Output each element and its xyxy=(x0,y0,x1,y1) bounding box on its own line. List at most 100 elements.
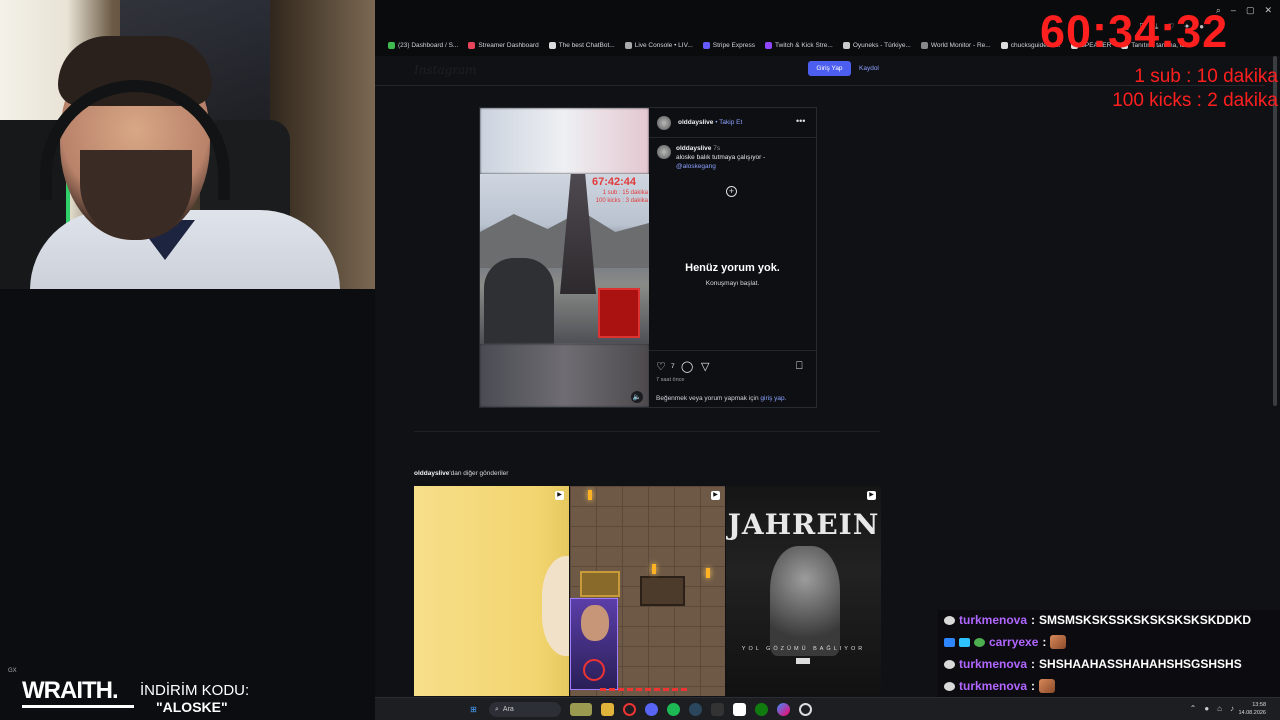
add-icon[interactable]: + xyxy=(726,186,737,197)
file-explorer-icon[interactable] xyxy=(601,703,614,716)
bookmark-label: Streamer Dashboard xyxy=(478,41,539,49)
login-link[interactable]: giriş yap. xyxy=(760,395,786,402)
emote-icon xyxy=(1039,679,1056,693)
post-thumbnail[interactable]: ▶ xyxy=(414,486,569,696)
subathon-timer: 60:34:32 xyxy=(1040,6,1229,57)
post-author[interactable]: olddayslive • Takip Et xyxy=(678,119,742,126)
post-sidebar: olddayslive • Takip Et ••• olddayslive 7… xyxy=(649,108,816,407)
discord-icon[interactable] xyxy=(645,703,658,716)
bookmark-label: Twitch & Kick Stre... xyxy=(775,41,833,49)
minimize-icon[interactable]: – xyxy=(1231,5,1236,16)
instagram-post: 67:42:44 1 sub : 15 dakika 100 kicks : 3… xyxy=(479,107,817,408)
bookmark-item[interactable]: (23) Dashboard / S... xyxy=(388,38,458,52)
chat-message: carryexe : xyxy=(944,632,1067,652)
opera-gx-icon[interactable] xyxy=(623,703,636,716)
bookmark-favicon-icon xyxy=(468,41,476,49)
steam-icon[interactable] xyxy=(689,703,702,716)
more-posts-user[interactable]: olddayslive xyxy=(414,470,449,477)
chat-message: turkmenova : xyxy=(944,676,1056,696)
post-thumbnail[interactable]: ▶ xyxy=(570,486,725,696)
like-count: 7 xyxy=(671,363,675,370)
chat-colon: : xyxy=(1031,679,1036,693)
post-video[interactable]: 67:42:44 1 sub : 15 dakika 100 kicks : 3… xyxy=(480,108,649,407)
close-icon[interactable]: ✕ xyxy=(1264,5,1272,16)
obs-icon[interactable] xyxy=(799,703,812,716)
reel-icon: ▶ xyxy=(867,491,876,500)
bookmark-item[interactable]: Oyuneks - Türkiye... xyxy=(842,38,911,52)
bookmark-item[interactable]: The best ChatBot... xyxy=(548,38,615,52)
windows-start-icon[interactable]: ⊞ xyxy=(467,703,480,716)
bookmark-favicon-icon xyxy=(842,41,850,49)
signup-link[interactable]: Kaydol xyxy=(859,61,879,76)
taskbar-search[interactable]: ⌕ Ara xyxy=(489,702,561,717)
heart-icon[interactable]: ♡ xyxy=(656,360,666,373)
bookmark-favicon-icon xyxy=(548,41,556,49)
post-thumbnail[interactable]: JAHREIN YOL GÖZÜMÜ BAĞLIYOR ▶ xyxy=(726,486,881,696)
mic-icon[interactable]: ● xyxy=(1204,704,1209,713)
login-prompt: Beğenmek veya yorum yapmak için giriş ya… xyxy=(656,395,786,402)
thumbnail-webcam xyxy=(570,598,618,690)
sponsor-banner: WRAITH. İNDİRİM KODU: "ALOSKE" xyxy=(0,672,300,720)
maximize-icon[interactable]: ▢ xyxy=(1246,5,1255,16)
author-username[interactable]: olddayslive xyxy=(678,119,713,126)
bookmark-favicon-icon xyxy=(388,41,395,49)
torch-icon xyxy=(652,564,656,574)
video-blur-bottom xyxy=(480,344,649,407)
bookmark-item[interactable]: Streamer Dashboard xyxy=(468,38,539,52)
follow-link[interactable]: • Takip Et xyxy=(715,119,742,126)
chevron-up-icon[interactable]: ⌃ xyxy=(1190,704,1197,713)
bookmark-item[interactable]: World Monitor - Re... xyxy=(920,38,991,52)
bookmark-label: Live Console • LIV... xyxy=(634,41,693,49)
more-posts-heading: olddayslive'dan diğer gönderiler xyxy=(414,470,508,477)
caption-body: aloske balık tutmaya çalışıyor - xyxy=(676,154,766,161)
video-blur-top xyxy=(480,108,649,174)
bookmark-label: The best ChatBot... xyxy=(558,41,615,49)
thumbnail-face xyxy=(581,605,609,641)
start-conversation-text: Konuşmayı başlat. xyxy=(705,280,760,287)
section-divider xyxy=(414,431,880,432)
caption-username[interactable]: olddayslive xyxy=(676,145,711,152)
more-options-icon[interactable]: ••• xyxy=(796,116,805,126)
clock-time: 13:58 xyxy=(1252,702,1266,708)
copilot-icon[interactable] xyxy=(777,703,790,716)
avatar[interactable] xyxy=(657,145,671,159)
atom-icon xyxy=(583,659,605,681)
bookmark-icon[interactable]: ⎕ xyxy=(796,360,803,373)
epic-games-icon[interactable] xyxy=(711,703,724,716)
chat-username: turkmenova xyxy=(959,679,1028,693)
spotify-icon[interactable] xyxy=(667,703,680,716)
login-button[interactable]: Giriş Yap xyxy=(808,61,851,76)
capcut-icon[interactable] xyxy=(733,703,746,716)
reel-icon: ▶ xyxy=(711,491,720,500)
thumbnail-shelf xyxy=(580,571,620,597)
bookmark-item[interactable]: Live Console • LIV... xyxy=(624,38,693,52)
instagram-logo[interactable]: Instagram xyxy=(414,63,477,77)
avatar[interactable] xyxy=(657,116,671,130)
bookmark-favicon-icon xyxy=(1000,41,1008,49)
comment-icon[interactable]: ◯ xyxy=(681,360,693,373)
more-posts-grid: ▶ ▶ JAHREIN YOL GÖZÜMÜ BAĞLIYOR ▶ xyxy=(414,486,881,696)
chat-text: SHSHAAHASSHAHAHSHSGSHSHS xyxy=(1039,657,1242,671)
thumbnail-cabinet xyxy=(640,576,685,606)
network-icon[interactable]: ⌂ xyxy=(1217,704,1222,713)
bookmark-label: Oyuneks - Türkiye... xyxy=(852,41,911,49)
advisory-label-icon xyxy=(796,658,810,664)
video-kick-line: 100 kicks : 3 dakika xyxy=(595,198,648,204)
bookmark-item[interactable]: Twitch & Kick Stre... xyxy=(765,38,833,52)
bookmark-favicon-icon xyxy=(765,41,773,49)
share-icon[interactable]: ▽ xyxy=(701,360,709,373)
video-sub-rate: 1 sub : 15 dakika 100 kicks : 3 dakika xyxy=(588,189,648,205)
taskbar-clock[interactable]: 13:58 14.08.2026 xyxy=(1238,701,1266,717)
xbox-icon[interactable] xyxy=(755,703,768,716)
volume-icon[interactable]: ♪ xyxy=(1230,704,1234,713)
volume-icon[interactable]: 🔈 xyxy=(631,391,643,403)
thumbnail-bar xyxy=(600,688,690,691)
bookmark-item[interactable]: Stripe Express xyxy=(702,38,755,52)
search-label: Ara xyxy=(502,706,514,713)
caption-text: aloske balık tutmaya çalışıyor - @aloske… xyxy=(676,154,806,171)
badge-icon xyxy=(944,681,955,691)
caption-mention[interactable]: @aloskegang xyxy=(676,163,806,172)
discount-code-label: İNDİRİM KODU: xyxy=(140,682,250,699)
more-posts-suffix: 'dan diğer gönderiler xyxy=(449,470,509,477)
task-view-icon[interactable] xyxy=(570,703,592,716)
